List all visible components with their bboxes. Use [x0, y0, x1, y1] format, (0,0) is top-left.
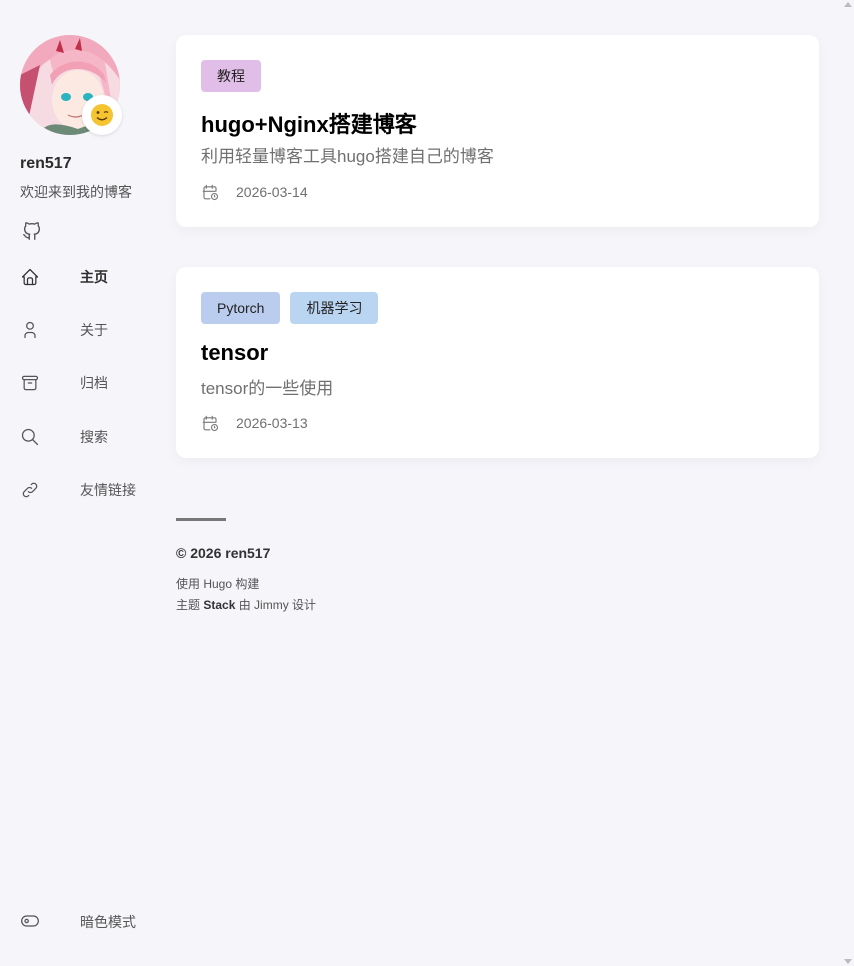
search-icon — [21, 428, 39, 446]
post-subtitle: tensor的一些使用 — [201, 379, 334, 398]
scrollbar-up-arrow[interactable] — [844, 2, 852, 7]
dark-mode-toggle[interactable]: 暗色模式 — [20, 908, 150, 932]
site-name[interactable]: ren517 — [20, 155, 72, 173]
user-icon — [24, 321, 36, 339]
site-description: 欢迎来到我的博客 — [20, 184, 132, 200]
post-date-text: 2026-03-14 — [236, 184, 308, 200]
wink-emoji-icon — [91, 104, 113, 126]
menu-item-label: 关于 — [80, 322, 108, 338]
menu-item-archive[interactable]: 归档 — [20, 371, 150, 395]
post-card[interactable]: 教程 hugo+Nginx搭建博客 利用轻量博客工具hugo搭建自己的博客 20… — [176, 35, 819, 227]
link-icon — [22, 482, 38, 498]
theme-suffix: 由 Jimmy 设计 — [235, 598, 317, 612]
tag-tutorial[interactable]: 教程 — [201, 60, 261, 92]
archive-icon — [21, 375, 39, 391]
powered-by: 使用 Hugo 构建 — [176, 577, 260, 591]
toggle-icon — [21, 915, 39, 927]
tag-machine-learning[interactable]: 机器学习 — [290, 292, 379, 324]
post-card[interactable]: Pytorch 机器学习 tensor tensor的一些使用 2026-03-… — [176, 267, 819, 458]
post-date-text: 2026-03-13 — [236, 415, 308, 431]
menu-item-links[interactable]: 友情链接 — [20, 478, 150, 502]
post-date: 2026-03-13 — [201, 413, 308, 433]
theme-prefix: 主题 — [176, 598, 204, 612]
github-icon[interactable] — [21, 220, 43, 242]
calendar-time-icon — [202, 415, 219, 432]
menu-item-label: 归档 — [80, 375, 108, 391]
dark-mode-label: 暗色模式 — [80, 914, 136, 930]
post-subtitle: 利用轻量博客工具hugo搭建自己的博客 — [201, 147, 494, 166]
copyright: © 2026 ren517 — [176, 545, 271, 561]
post-tags: Pytorch 机器学习 — [201, 292, 379, 324]
sidebar: ren517 欢迎来到我的博客 主页 关于 归档 搜索 友情链接 暗色模式 — [0, 0, 160, 966]
menu-item-label: 主页 — [80, 269, 108, 285]
footer-divider — [176, 518, 226, 521]
calendar-time-icon — [202, 184, 219, 201]
menu-item-label: 搜索 — [80, 429, 108, 445]
theme-credit: 主题 Stack 由 Jimmy 设计 — [176, 596, 316, 613]
theme-name-link[interactable]: Stack — [203, 598, 235, 612]
emoji-badge — [82, 95, 122, 135]
home-icon — [21, 268, 39, 286]
avatar-container[interactable] — [20, 35, 122, 135]
menu-item-search[interactable]: 搜索 — [20, 425, 150, 449]
post-tags: 教程 — [201, 60, 261, 92]
post-title[interactable]: hugo+Nginx搭建博客 — [201, 107, 417, 139]
post-title[interactable]: tensor — [201, 340, 268, 366]
menu-item-home[interactable]: 主页 — [20, 265, 150, 289]
menu-item-about[interactable]: 关于 — [20, 318, 150, 342]
scrollbar-down-arrow[interactable] — [844, 959, 852, 964]
menu-item-label: 友情链接 — [80, 482, 136, 498]
tag-pytorch[interactable]: Pytorch — [201, 292, 281, 324]
post-date: 2026-03-14 — [201, 182, 308, 202]
